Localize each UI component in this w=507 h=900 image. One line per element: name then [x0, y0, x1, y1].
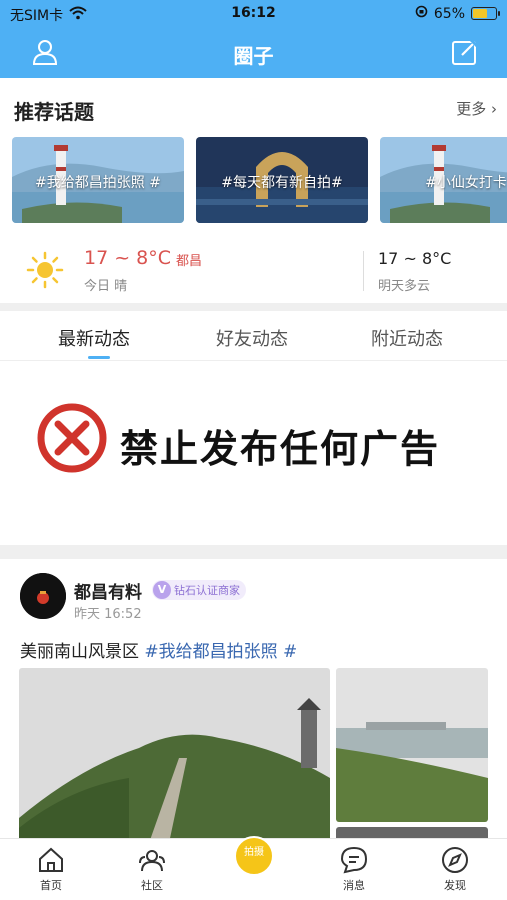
- feed-tabs: 最新动态 好友动态 附近动态: [0, 311, 507, 361]
- more-topics-link[interactable]: 更多 ›: [456, 98, 497, 119]
- verified-badge: V 钻石认证商家: [152, 580, 246, 600]
- weather-city: 都昌: [176, 254, 203, 269]
- battery-percent: 65%: [433, 5, 465, 22]
- compose-icon[interactable]: [451, 38, 479, 70]
- weather-divider: [363, 251, 364, 291]
- tab-nearby[interactable]: 附近动态: [371, 325, 443, 351]
- topic-carousel[interactable]: #我给都昌拍张照 # #每天都有新自拍# #小仙女打卡: [12, 137, 507, 223]
- post-text: 美丽南山风景区 #我给都昌拍张照 #: [20, 637, 297, 662]
- topic-label: #我给都昌拍张照 #: [35, 175, 161, 191]
- tab-messages[interactable]: 消息: [324, 845, 384, 893]
- more-label: 更多: [456, 100, 487, 118]
- chevron-right-icon: ›: [491, 100, 497, 118]
- section-divider: [0, 545, 507, 559]
- post-image[interactable]: [19, 668, 330, 843]
- topic-label: #每天都有新自拍#: [221, 175, 343, 191]
- tab-messages-label: 消息: [343, 879, 365, 892]
- no-ads-banner: 禁止发布任何广告: [0, 362, 507, 544]
- tab-home-label: 首页: [40, 879, 62, 892]
- community-icon: [122, 845, 182, 875]
- tomorrow-temperature: 17 ~ 8°C: [378, 249, 452, 268]
- tomorrow-description: 明天多云: [378, 279, 431, 294]
- tab-community-label: 社区: [141, 879, 163, 892]
- post-time: 昨天 16:52: [74, 607, 142, 622]
- topic-card[interactable]: #每天都有新自拍#: [196, 137, 368, 223]
- post-caption: 美丽南山风景区: [20, 642, 139, 662]
- post-author[interactable]: 都昌有料: [74, 578, 142, 603]
- weather-widget: 17 ~ 8°C 都昌 今日 晴 17 ~ 8°C 明天多云: [0, 237, 507, 301]
- home-icon: [21, 845, 81, 875]
- avatar[interactable]: [20, 573, 66, 619]
- capture-label: 拍摄: [244, 847, 264, 858]
- verified-v-icon: V: [153, 581, 171, 599]
- message-icon: [324, 845, 384, 875]
- tab-home[interactable]: 首页: [21, 845, 81, 893]
- prohibited-icon: [36, 402, 108, 478]
- nav-bar: 圈子: [0, 28, 507, 78]
- sun-icon: [26, 251, 64, 293]
- banner-text: 禁止发布任何广告: [120, 427, 441, 471]
- today-description: 今日 晴: [84, 279, 128, 294]
- active-tab-indicator: [88, 356, 110, 359]
- compass-icon: [425, 845, 485, 875]
- today-temperature: 17 ~ 8°C: [84, 247, 172, 269]
- capture-button[interactable]: 拍摄: [234, 836, 274, 876]
- topic-label: #小仙女打卡: [425, 175, 507, 191]
- post-image[interactable]: [336, 668, 488, 822]
- tab-latest[interactable]: 最新动态: [58, 325, 130, 351]
- tab-discover[interactable]: 发现: [425, 845, 485, 893]
- tab-community[interactable]: 社区: [122, 845, 182, 893]
- page-title: 圈子: [233, 44, 274, 68]
- badge-label: 钻石认证商家: [174, 584, 240, 597]
- battery-icon: [471, 7, 500, 20]
- topic-card[interactable]: #小仙女打卡: [380, 137, 507, 223]
- tab-discover-label: 发现: [444, 879, 466, 892]
- section-divider: [0, 303, 507, 311]
- status-bar: 无SIM卡 16:12 65%: [0, 0, 507, 28]
- topic-card[interactable]: #我给都昌拍张照 #: [12, 137, 184, 223]
- topics-header: 推荐话题 更多 ›: [0, 78, 507, 136]
- post-hashtag[interactable]: #我给都昌拍张照 #: [144, 642, 297, 662]
- topics-heading: 推荐话题: [14, 100, 94, 124]
- rotation-lock-icon: [415, 5, 428, 22]
- tab-friends[interactable]: 好友动态: [216, 325, 288, 351]
